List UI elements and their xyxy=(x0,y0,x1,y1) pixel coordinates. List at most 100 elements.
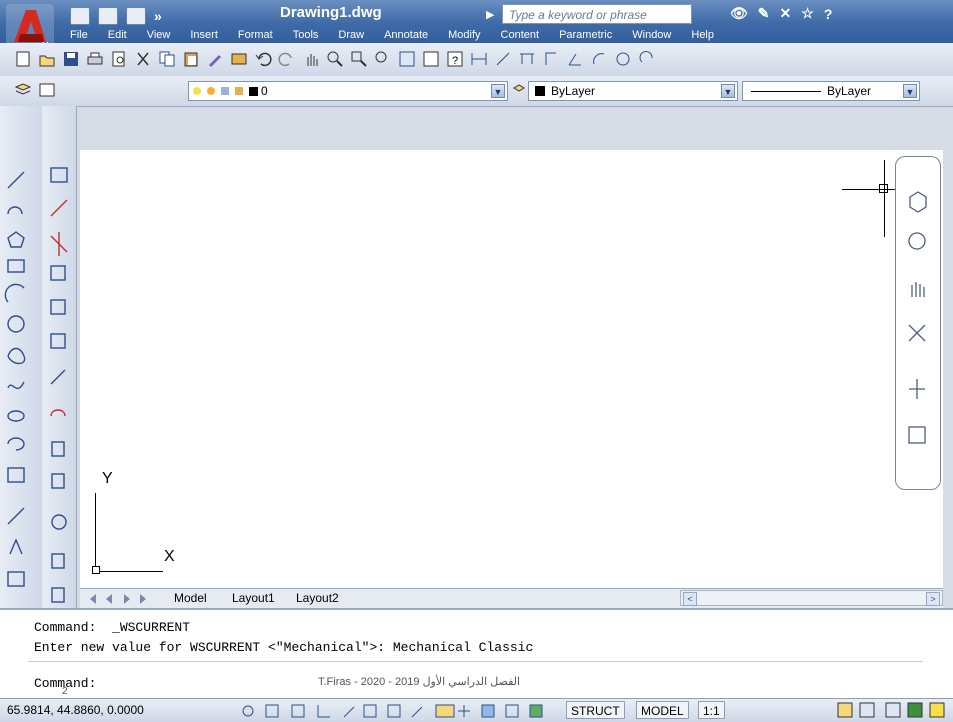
save-icon[interactable] xyxy=(98,7,118,25)
dimension-ordinate-icon[interactable] xyxy=(542,50,560,68)
ucs-x-axis xyxy=(95,571,163,572)
menu-draw[interactable]: Draw xyxy=(328,27,374,43)
menu-window[interactable]: Window xyxy=(622,27,681,43)
key-icon[interactable]: ✎ xyxy=(758,5,770,22)
undo-icon[interactable] xyxy=(254,50,272,68)
tab-layout2[interactable]: Layout2 xyxy=(296,591,339,605)
svg-text:?: ? xyxy=(452,55,458,67)
block-editor-icon[interactable] xyxy=(230,50,248,68)
linetype-dropdown[interactable]: ByLayer ▼ xyxy=(742,81,920,101)
insert-block-icon xyxy=(7,467,25,483)
zoom-window-icon[interactable] xyxy=(350,50,368,68)
dimension-aligned-icon[interactable] xyxy=(494,50,512,68)
dimension-diameter-icon[interactable] xyxy=(614,50,632,68)
tab-navigation-arrows-icon[interactable] xyxy=(88,593,158,605)
dimension-linear-icon[interactable] xyxy=(470,50,488,68)
color-dropdown[interactable]: ByLayer ▼ xyxy=(528,81,738,101)
zoom-previous-icon[interactable] xyxy=(374,50,392,68)
drawing-canvas[interactable] xyxy=(80,150,943,588)
properties-icon[interactable] xyxy=(398,50,416,68)
layer-previous-icon[interactable] xyxy=(38,81,56,99)
help-icon[interactable]: ? xyxy=(446,50,464,68)
dimension-angular-icon[interactable] xyxy=(566,50,584,68)
undo-icon[interactable] xyxy=(126,7,146,25)
pan-icon[interactable] xyxy=(302,50,320,68)
layer-dropdown[interactable]: 0 ▼ xyxy=(188,81,508,101)
make-current-icon[interactable] xyxy=(512,82,526,100)
menu-content[interactable]: Content xyxy=(491,27,550,43)
zoom-extents-icon xyxy=(908,324,926,342)
layer-properties-icon[interactable] xyxy=(14,81,32,99)
slide-page-number: 2 xyxy=(62,686,68,697)
menu-format[interactable]: Format xyxy=(228,27,283,43)
crosshair-vertical xyxy=(884,160,885,237)
arc-icon xyxy=(4,283,25,303)
rectangle-icon xyxy=(7,259,25,273)
menu-file[interactable]: File xyxy=(60,27,98,43)
otrack-icon xyxy=(387,704,401,718)
lineweight-icon xyxy=(458,705,470,717)
layer-dropdown-arrow[interactable]: ▼ xyxy=(491,84,505,98)
binoculars-icon[interactable]: 👁 xyxy=(730,5,748,22)
modify-tools-icons xyxy=(50,167,68,603)
preview-icon[interactable] xyxy=(110,50,128,68)
linetype-sample xyxy=(751,91,821,92)
status-bar: 65.9814, 44.8860, 0.0000 STRUCT MODEL 1:… xyxy=(0,698,953,722)
coordinates-readout: 65.9814, 44.8860, 0.0000 xyxy=(7,703,144,717)
menu-tools[interactable]: Tools xyxy=(283,27,329,43)
help-icon[interactable]: ? xyxy=(824,6,833,22)
communication-icon[interactable]: ✕ xyxy=(780,5,792,22)
stretch-icon xyxy=(51,441,65,457)
menu-modify[interactable]: Modify xyxy=(438,27,490,43)
menu-view[interactable]: View xyxy=(137,27,181,43)
struct-button[interactable]: STRUCT xyxy=(566,701,625,719)
pan-icon xyxy=(911,282,925,297)
menu-annotate[interactable]: Annotate xyxy=(374,27,438,43)
match-properties-icon[interactable] xyxy=(206,50,224,68)
zoom-realtime-icon[interactable] xyxy=(326,50,344,68)
cut-icon[interactable] xyxy=(134,50,152,68)
dimension-radius-icon[interactable] xyxy=(590,50,608,68)
print-icon[interactable] xyxy=(86,50,104,68)
scroll-left-button[interactable]: < xyxy=(683,592,697,606)
scroll-right-button[interactable]: > xyxy=(926,592,940,606)
annotation-scale-button[interactable]: 1:1 xyxy=(698,701,725,719)
ellipse-icon xyxy=(7,410,25,422)
copy-icon[interactable] xyxy=(158,50,176,68)
workspace-icon xyxy=(859,702,875,718)
menu-help[interactable]: Help xyxy=(681,27,724,43)
linetype-value: ByLayer xyxy=(827,84,872,98)
menu-insert[interactable]: Insert xyxy=(180,27,228,43)
search-input[interactable]: Type a keyword or phrase xyxy=(502,4,692,24)
tab-model[interactable]: Model xyxy=(174,591,207,605)
status-tray-icons[interactable] xyxy=(836,701,948,719)
dimension-arc-icon[interactable] xyxy=(518,50,536,68)
crosshair-pickbox xyxy=(879,184,888,193)
save-icon[interactable] xyxy=(62,50,80,68)
dimension-jogged-icon[interactable] xyxy=(638,50,656,68)
copy-object-icon xyxy=(50,199,68,217)
transparency-icon xyxy=(481,704,495,718)
linetype-dropdown-arrow[interactable]: ▼ xyxy=(903,84,917,98)
more-icon[interactable]: » xyxy=(154,8,162,24)
polar-icon xyxy=(343,706,355,718)
new-icon[interactable] xyxy=(14,50,32,68)
new-file-icon[interactable] xyxy=(70,7,90,25)
color-swatch xyxy=(535,86,545,96)
tab-layout1[interactable]: Layout1 xyxy=(232,591,275,605)
design-center-icon[interactable] xyxy=(422,50,440,68)
open-icon[interactable] xyxy=(38,50,56,68)
offset-icon xyxy=(50,265,66,281)
menu-edit[interactable]: Edit xyxy=(98,27,137,43)
redo-icon[interactable] xyxy=(278,50,296,68)
model-button[interactable]: MODEL xyxy=(636,701,689,719)
scale-icon xyxy=(50,409,66,417)
horizontal-scrollbar[interactable]: < > xyxy=(680,590,943,606)
command-history-line-2: Enter new value for WSCURRENT <"Mechanic… xyxy=(34,640,534,655)
clean-screen-icon xyxy=(929,702,945,718)
drafting-toggles-icons[interactable] xyxy=(236,702,586,720)
menu-parametric[interactable]: Parametric xyxy=(549,27,622,43)
favorites-icon[interactable]: ☆ xyxy=(801,5,814,22)
paste-icon[interactable] xyxy=(182,50,200,68)
color-dropdown-arrow[interactable]: ▼ xyxy=(721,84,735,98)
